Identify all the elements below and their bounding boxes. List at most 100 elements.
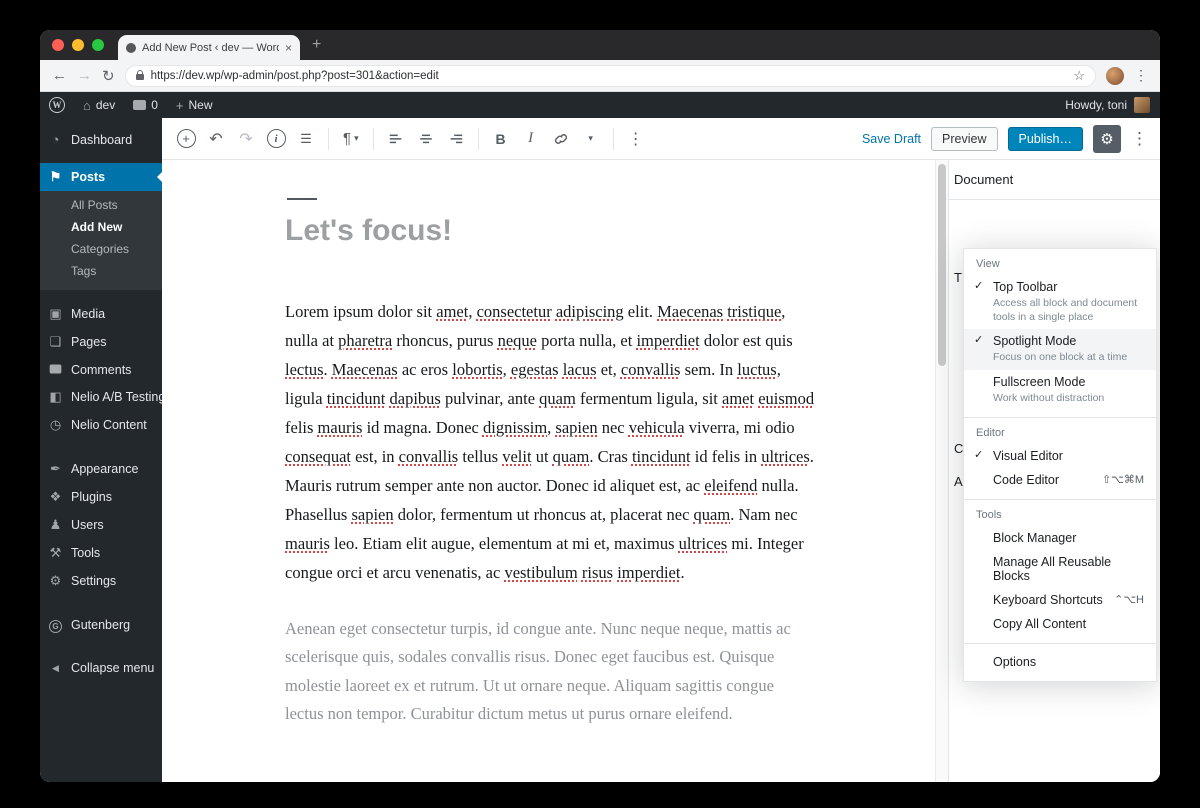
- content-structure-button[interactable]: i: [262, 125, 290, 153]
- refresh-button[interactable]: ↻: [102, 67, 115, 85]
- menu-item-block-manager[interactable]: Block Manager: [964, 526, 1156, 550]
- padlock-icon: [135, 70, 144, 80]
- sidebar-item-appearance[interactable]: ✒ Appearance: [40, 455, 162, 483]
- more-tools-button[interactable]: ⋮: [1131, 129, 1148, 149]
- italic-button[interactable]: I: [517, 125, 545, 153]
- menu-item-copy-all-content[interactable]: Copy All Content: [964, 612, 1156, 636]
- sidebar-item-collapse-menu[interactable]: ◀ Collapse menu: [40, 655, 162, 681]
- publish-button[interactable]: Publish…: [1007, 126, 1083, 151]
- menu-item-visual-editor[interactable]: ✓ Visual Editor: [964, 444, 1156, 468]
- misspelled-word: amet: [436, 301, 469, 321]
- forward-button[interactable]: →: [77, 67, 92, 84]
- sidebar-item-users[interactable]: ♟ Users: [40, 511, 162, 539]
- redo-button[interactable]: ↷: [232, 125, 260, 153]
- misspelled-word: sapien: [351, 504, 394, 524]
- align-left-button[interactable]: [382, 125, 410, 153]
- menu-item-keyboard-shortcuts[interactable]: Keyboard Shortcuts ⌃⌥H: [964, 588, 1156, 612]
- misspelled-word: ultrices: [761, 446, 810, 466]
- misspelled-word: convallis: [398, 446, 459, 466]
- misspelled-word: ultrices: [678, 533, 728, 553]
- content-scrollbar-thumb[interactable]: [938, 164, 946, 366]
- sidebar-item-gutenberg[interactable]: G Gutenberg: [40, 611, 162, 639]
- adminbar-new-link[interactable]: + New: [167, 92, 222, 118]
- browser-profile-avatar[interactable]: [1106, 66, 1124, 85]
- window-zoom-button[interactable]: [92, 39, 104, 51]
- align-right-button[interactable]: [442, 125, 470, 153]
- adminbar-avatar[interactable]: [1134, 97, 1150, 113]
- misspelled-word: quam: [552, 446, 590, 466]
- sidebar-item-settings[interactable]: ⚙ Settings: [40, 567, 162, 595]
- title-rule: [287, 198, 317, 200]
- tab-close-icon[interactable]: ×: [285, 41, 292, 55]
- admin-sidebar: ◔ Dashboard ⚑ Posts All Posts Add New Ca…: [40, 118, 166, 782]
- sidebar-item-posts[interactable]: ⚑ Posts: [40, 163, 162, 191]
- align-center-button[interactable]: [412, 125, 440, 153]
- menu-item-manage-reusable-blocks[interactable]: Manage All Reusable Blocks: [964, 550, 1156, 588]
- align-right-icon: [450, 134, 462, 143]
- adminbar-howdy[interactable]: Howdy, toni: [1065, 98, 1127, 112]
- home-icon: ⌂: [83, 97, 91, 113]
- sidebar-item-plugins[interactable]: ❖ Plugins: [40, 483, 162, 511]
- sidebar-item-media[interactable]: ▣ Media: [40, 300, 162, 328]
- submenu-add-new[interactable]: Add New: [40, 216, 162, 238]
- sidebar-item-comments[interactable]: Comments: [40, 356, 162, 383]
- bookmark-star-icon[interactable]: ☆: [1073, 68, 1085, 84]
- save-draft-button[interactable]: Save Draft: [862, 132, 921, 146]
- misspelled-word: consectetur: [476, 301, 552, 321]
- sidebar-item-dashboard[interactable]: ◔ Dashboard: [40, 126, 162, 153]
- bold-button[interactable]: B: [487, 125, 515, 153]
- sidebar-item-tools[interactable]: ⚒ Tools: [40, 539, 162, 567]
- pages-icon: ❏: [49, 334, 62, 349]
- menu-item-label: Top Toolbar: [993, 280, 1058, 294]
- settings-gear-button[interactable]: ⚙: [1093, 124, 1121, 153]
- wp-admin-bar: W ⌂ dev 0 + New Howdy, toni: [40, 92, 1160, 118]
- menu-item-fullscreen-mode[interactable]: Fullscreen Mode Work without distraction: [964, 370, 1156, 410]
- misspelled-word: vehicula: [628, 417, 685, 437]
- post-paragraph-focused[interactable]: Lorem ipsum dolor sit amet, consectetur …: [285, 297, 815, 587]
- block-inserter-button[interactable]: +: [172, 125, 200, 153]
- adminbar-comments-link[interactable]: 0: [124, 92, 167, 118]
- menu-item-top-toolbar[interactable]: ✓ Top Toolbar Access all block and docum…: [964, 275, 1156, 329]
- editor-canvas: Let's focus! Lorem ipsum dolor sit amet,…: [162, 160, 948, 782]
- sidebar-item-nelio-content[interactable]: ◷ Nelio Content: [40, 411, 162, 439]
- sidebar-item-pages[interactable]: ❏ Pages: [40, 328, 162, 356]
- undo-button[interactable]: ↶: [202, 125, 230, 153]
- submenu-tags[interactable]: Tags: [40, 260, 162, 282]
- browser-tab[interactable]: Add New Post ‹ dev — WordPr ×: [118, 35, 300, 60]
- sidebar-panel-fragment[interactable]: T: [954, 270, 962, 285]
- tab-document[interactable]: Document: [954, 172, 1013, 187]
- back-button[interactable]: ←: [52, 67, 67, 84]
- content-scrollbar-track[interactable]: [935, 160, 948, 782]
- block-navigation-button[interactable]: ☰: [292, 125, 320, 153]
- paragraph-icon: ¶: [343, 130, 352, 147]
- address-bar[interactable]: https://dev.wp/wp-admin/post.php?post=30…: [124, 64, 1096, 87]
- menu-item-code-editor[interactable]: Code Editor ⇧⌥⌘M: [964, 468, 1156, 492]
- menu-item-spotlight-mode[interactable]: ✓ Spotlight Mode Focus on one block at a…: [964, 329, 1156, 370]
- wordpress-logo[interactable]: W: [40, 92, 74, 118]
- sidebar-panel-fragment[interactable]: C: [954, 441, 963, 456]
- paragraph-block-button[interactable]: ¶ ▾: [337, 130, 365, 147]
- submenu-all-posts[interactable]: All Posts: [40, 194, 162, 216]
- browser-menu-icon[interactable]: ⋮: [1134, 67, 1148, 84]
- window-close-button[interactable]: [52, 39, 64, 51]
- adminbar-site-link[interactable]: ⌂ dev: [74, 92, 124, 118]
- menu-item-options[interactable]: Options: [964, 650, 1156, 674]
- submenu-categories[interactable]: Categories: [40, 238, 162, 260]
- chevron-down-icon: ▾: [354, 133, 359, 143]
- block-options-button[interactable]: ⋮: [622, 125, 650, 153]
- menu-item-label: Code Editor: [993, 472, 1060, 487]
- new-tab-button[interactable]: +: [312, 36, 321, 54]
- sidebar-item-label: Nelio A/B Testing: [71, 390, 166, 404]
- formatting-options-button[interactable]: ▾: [577, 125, 605, 153]
- post-paragraph-dimmed[interactable]: Aenean eget consectetur turpis, id congu…: [285, 615, 815, 729]
- window-minimize-button[interactable]: [72, 39, 84, 51]
- misspelled-word: mauris: [285, 533, 330, 553]
- sidebar-panel-fragment[interactable]: A: [954, 474, 963, 489]
- link-button[interactable]: [547, 125, 575, 153]
- menu-section-title: Editor: [976, 426, 1005, 439]
- sidebar-item-nelio-ab-testing[interactable]: ◧ Nelio A/B Testing: [40, 383, 166, 411]
- post-title[interactable]: Let's focus!: [285, 214, 815, 249]
- preview-button[interactable]: Preview: [931, 126, 998, 151]
- menu-section-editor: Editor ✓ Visual Editor Code Editor ⇧⌥⌘M: [964, 418, 1156, 500]
- misspelled-word: imperdiet: [617, 562, 681, 582]
